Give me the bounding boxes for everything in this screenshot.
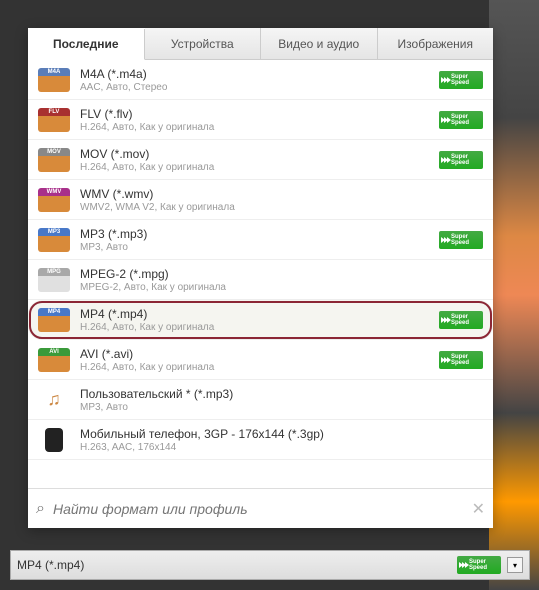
format-icon: M4A (38, 68, 70, 92)
list-item[interactable]: MP3 MP3 (*.mp3)MP3, АвтоSuperSpeed (28, 220, 493, 260)
format-subtitle: H.263, AAC, 176x144 (80, 442, 483, 453)
tab-2[interactable]: Видео и аудио (261, 28, 378, 59)
tabs: ПоследниеУстройстваВидео и аудиоИзображе… (28, 28, 493, 60)
list-item[interactable]: MOV MOV (*.mov)H.264, Авто, Как у оригина… (28, 140, 493, 180)
format-icon: AVI (38, 348, 70, 372)
format-text: MOV (*.mov)H.264, Авто, Как у оригинала (80, 147, 439, 173)
format-icon: MOV (38, 148, 70, 172)
format-icon: MPG (38, 268, 70, 292)
format-text: MP3 (*.mp3)MP3, Авто (80, 227, 439, 253)
list-item[interactable]: Мобильный телефон, 3GP - 176x144 (*.3gp)… (28, 420, 493, 460)
format-subtitle: MP3, Авто (80, 402, 483, 413)
format-text: AVI (*.avi)H.264, Авто, Как у оригинала (80, 347, 439, 373)
search-bar: ⌕ ✕ (28, 488, 493, 528)
format-text: WMV (*.wmv)WMV2, WMA V2, Как у оригинала (80, 187, 483, 213)
format-icon: MP3 (38, 228, 70, 252)
tab-3[interactable]: Изображения (378, 28, 494, 59)
format-subtitle: MPEG-2, Авто, Как у оригинала (80, 282, 483, 293)
format-title: WMV (*.wmv) (80, 187, 483, 201)
format-text: FLV (*.flv)H.264, Авто, Как у оригинала (80, 107, 439, 133)
super-speed-badge: SuperSpeed (439, 311, 483, 329)
selected-format-label: MP4 (*.mp4) (17, 558, 457, 572)
format-title: M4A (*.m4a) (80, 67, 439, 81)
super-speed-badge: SuperSpeed (439, 231, 483, 249)
format-text: Мобильный телефон, 3GP - 176x144 (*.3gp)… (80, 427, 483, 453)
format-title: Мобильный телефон, 3GP - 176x144 (*.3gp) (80, 427, 483, 441)
format-list: M4AM4A (*.m4a)AAC, Авто, СтереоSuperSpee… (28, 60, 493, 488)
format-subtitle: WMV2, WMA V2, Как у оригинала (80, 202, 483, 213)
format-title: MP3 (*.mp3) (80, 227, 439, 241)
format-subtitle: H.264, Авто, Как у оригинала (80, 162, 439, 173)
phone-icon (45, 428, 63, 452)
super-speed-badge: SuperSpeed (457, 556, 501, 574)
super-speed-badge: SuperSpeed (439, 71, 483, 89)
format-text: Пользовательский * (*.mp3)MP3, Авто (80, 387, 483, 413)
list-item[interactable]: ♫ Пользовательский * (*.mp3)MP3, Авто (28, 380, 493, 420)
search-icon: ⌕ (36, 500, 45, 518)
super-speed-badge: SuperSpeed (439, 351, 483, 369)
bottom-bar: MP4 (*.mp4) SuperSpeed ▾ (10, 550, 530, 580)
format-icon: WMV (38, 188, 70, 212)
search-input[interactable] (53, 501, 464, 517)
format-subtitle: H.264, Авто, Как у оригинала (80, 122, 439, 133)
dropdown-button[interactable]: ▾ (507, 557, 523, 573)
format-panel: ПоследниеУстройстваВидео и аудиоИзображе… (28, 28, 493, 528)
format-title: MP4 (*.mp4) (80, 307, 439, 321)
format-icon: MP4 (38, 308, 70, 332)
list-item[interactable]: M4A M4A (*.m4a)AAC, Авто, СтереоSuperSpee… (28, 60, 493, 100)
format-text: MPEG-2 (*.mpg)MPEG-2, Авто, Как у оригин… (80, 267, 483, 293)
list-item[interactable]: MP4 MP4 (*.mp4)H.264, Авто, Как у оригина… (28, 300, 493, 340)
list-item[interactable]: FLV FLV (*.flv)H.264, Авто, Как у оригина… (28, 100, 493, 140)
format-icon: FLV (38, 108, 70, 132)
format-subtitle: AAC, Авто, Стерео (80, 82, 439, 93)
format-subtitle: MP3, Авто (80, 242, 439, 253)
format-text: MP4 (*.mp4)H.264, Авто, Как у оригинала (80, 307, 439, 333)
tab-0[interactable]: Последние (28, 29, 145, 60)
format-title: FLV (*.flv) (80, 107, 439, 121)
format-title: AVI (*.avi) (80, 347, 439, 361)
format-title: MOV (*.mov) (80, 147, 439, 161)
tab-1[interactable]: Устройства (145, 28, 262, 59)
format-title: Пользовательский * (*.mp3) (80, 387, 483, 401)
super-speed-badge: SuperSpeed (439, 111, 483, 129)
super-speed-badge: SuperSpeed (439, 151, 483, 169)
format-title: MPEG-2 (*.mpg) (80, 267, 483, 281)
background-decor (489, 0, 539, 590)
format-subtitle: H.264, Авто, Как у оригинала (80, 322, 439, 333)
format-subtitle: H.264, Авто, Как у оригинала (80, 362, 439, 373)
list-item[interactable]: MPG MPEG-2 (*.mpg)MPEG-2, Авто, Как у ори… (28, 260, 493, 300)
list-item[interactable]: AVI AVI (*.avi)H.264, Авто, Как у оригина… (28, 340, 493, 380)
list-item[interactable]: WMV WMV (*.wmv)WMV2, WMA V2, Как у оригин… (28, 180, 493, 220)
music-note-icon: ♫ (38, 388, 70, 412)
format-text: M4A (*.m4a)AAC, Авто, Стерео (80, 67, 439, 93)
clear-icon[interactable]: ✕ (472, 499, 485, 519)
